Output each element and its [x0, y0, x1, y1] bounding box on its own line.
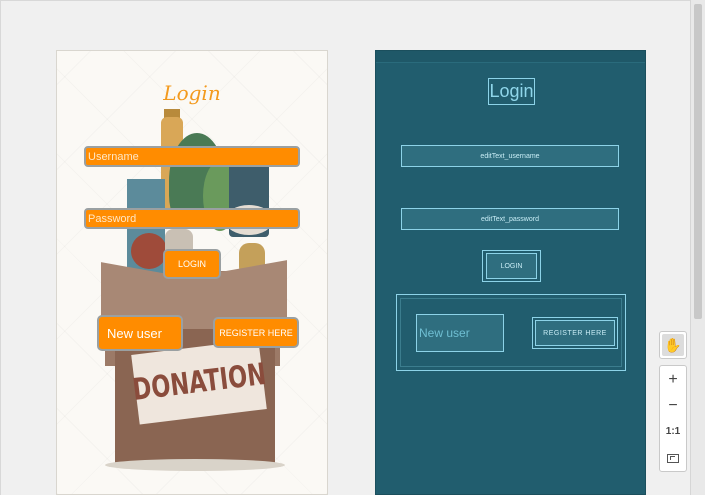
zoom-toolbar: + − 1:1 [659, 365, 687, 472]
donation-sign-text: DONATION [130, 356, 268, 408]
scrollbar-thumb[interactable] [694, 4, 702, 319]
pan-button[interactable]: ✋ [659, 331, 687, 359]
blueprint-preview[interactable]: Login editText_username editText_passwor… [375, 50, 646, 495]
zoom-in-button[interactable]: + [660, 367, 686, 393]
hand-icon: ✋ [662, 334, 684, 356]
actual-size-button[interactable]: 1:1 [660, 419, 686, 445]
fit-screen-button[interactable] [660, 445, 686, 471]
login-button[interactable]: LOGIN [163, 249, 221, 279]
blueprint-status-bar [376, 51, 645, 63]
blueprint-title[interactable]: Login [488, 78, 535, 105]
page-title: Login [163, 81, 221, 105]
apple [131, 233, 167, 269]
zoom-out-button[interactable]: − [660, 393, 686, 419]
new-user-button[interactable]: New user [97, 315, 183, 351]
fit-screen-icon [667, 453, 679, 463]
blueprint-new-user[interactable]: New user [416, 314, 504, 352]
blueprint-username-field[interactable]: editText_username [401, 145, 619, 167]
design-preview[interactable]: DONATION Login Username Password LOGIN N… [56, 50, 328, 495]
password-field[interactable]: Password [84, 208, 300, 229]
username-field[interactable]: Username [84, 146, 300, 167]
register-button[interactable]: REGISTER HERE [213, 317, 299, 348]
box-shadow [105, 459, 285, 471]
blueprint-register-button[interactable]: REGISTER HERE [535, 320, 615, 346]
blueprint-login-button[interactable]: LOGIN [486, 253, 537, 279]
vertical-scrollbar[interactable] [690, 0, 705, 495]
blueprint-password-field[interactable]: editText_password [401, 208, 619, 230]
